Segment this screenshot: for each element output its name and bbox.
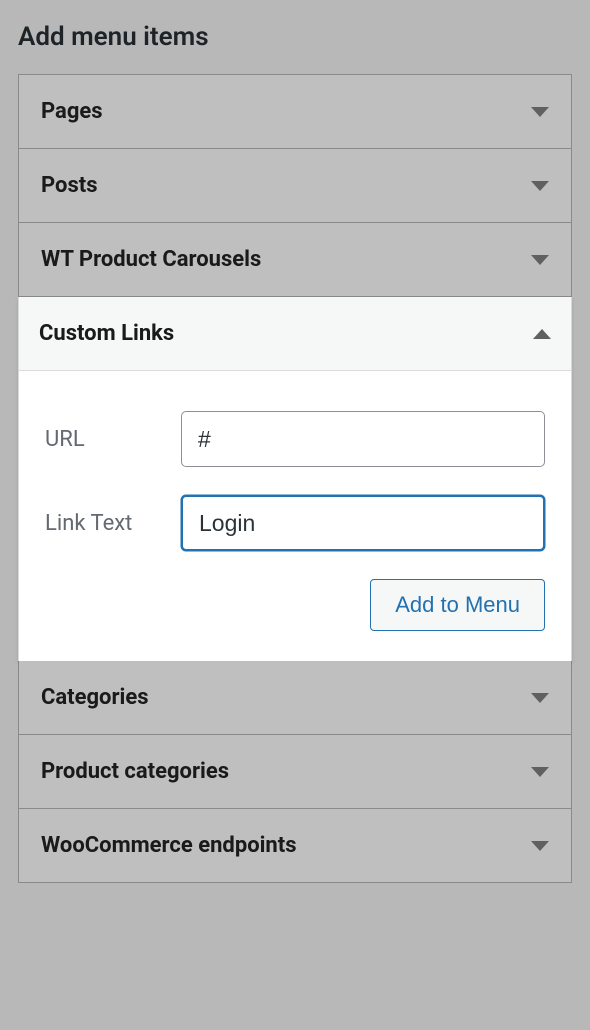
accordion-item-wt-product-carousels: WT Product Carousels [19, 223, 571, 297]
url-input[interactable] [181, 411, 545, 467]
accordion-header-wt-product-carousels[interactable]: WT Product Carousels [19, 223, 571, 296]
chevron-down-icon [531, 841, 549, 851]
chevron-down-icon [531, 107, 549, 117]
url-row: URL [45, 411, 545, 467]
link-text-label: Link Text [45, 511, 181, 536]
chevron-down-icon [531, 693, 549, 703]
chevron-down-icon [531, 255, 549, 265]
accordion-header-posts[interactable]: Posts [19, 149, 571, 222]
custom-links-panel: URL Link Text Add to Menu [19, 371, 571, 661]
accordion-header-custom-links[interactable]: Custom Links [19, 297, 571, 371]
accordion-label-categories: Categories [41, 685, 149, 710]
chevron-up-icon [533, 329, 551, 339]
accordion-header-product-categories[interactable]: Product categories [19, 735, 571, 808]
accordion-container: Pages Posts WT Product Carousels Custom … [18, 74, 572, 883]
chevron-down-icon [531, 767, 549, 777]
accordion-label-woocommerce-endpoints: WooCommerce endpoints [41, 833, 297, 858]
accordion-label-wt-product-carousels: WT Product Carousels [41, 247, 261, 272]
accordion-item-custom-links: Custom Links URL Link Text Add to Menu [19, 297, 571, 661]
accordion-item-categories: Categories [19, 661, 571, 735]
accordion-item-custom-links-wrapper: Custom Links URL Link Text Add to Menu [18, 297, 572, 661]
accordion-label-posts: Posts [41, 173, 98, 198]
accordion-item-pages: Pages [19, 75, 571, 149]
accordion-item-product-categories: Product categories [19, 735, 571, 809]
accordion-label-pages: Pages [41, 99, 103, 124]
section-title: Add menu items [18, 22, 572, 52]
accordion-label-custom-links: Custom Links [39, 321, 174, 346]
link-text-row: Link Text [45, 495, 545, 551]
accordion-item-posts: Posts [19, 149, 571, 223]
chevron-down-icon [531, 181, 549, 191]
button-row: Add to Menu [45, 579, 545, 631]
accordion-header-categories[interactable]: Categories [19, 661, 571, 734]
link-text-input[interactable] [181, 495, 545, 551]
accordion-header-pages[interactable]: Pages [19, 75, 571, 148]
accordion-header-woocommerce-endpoints[interactable]: WooCommerce endpoints [19, 809, 571, 882]
accordion-label-product-categories: Product categories [41, 759, 229, 784]
add-to-menu-button[interactable]: Add to Menu [370, 579, 545, 631]
accordion-item-woocommerce-endpoints: WooCommerce endpoints [19, 809, 571, 882]
url-label: URL [45, 427, 181, 452]
